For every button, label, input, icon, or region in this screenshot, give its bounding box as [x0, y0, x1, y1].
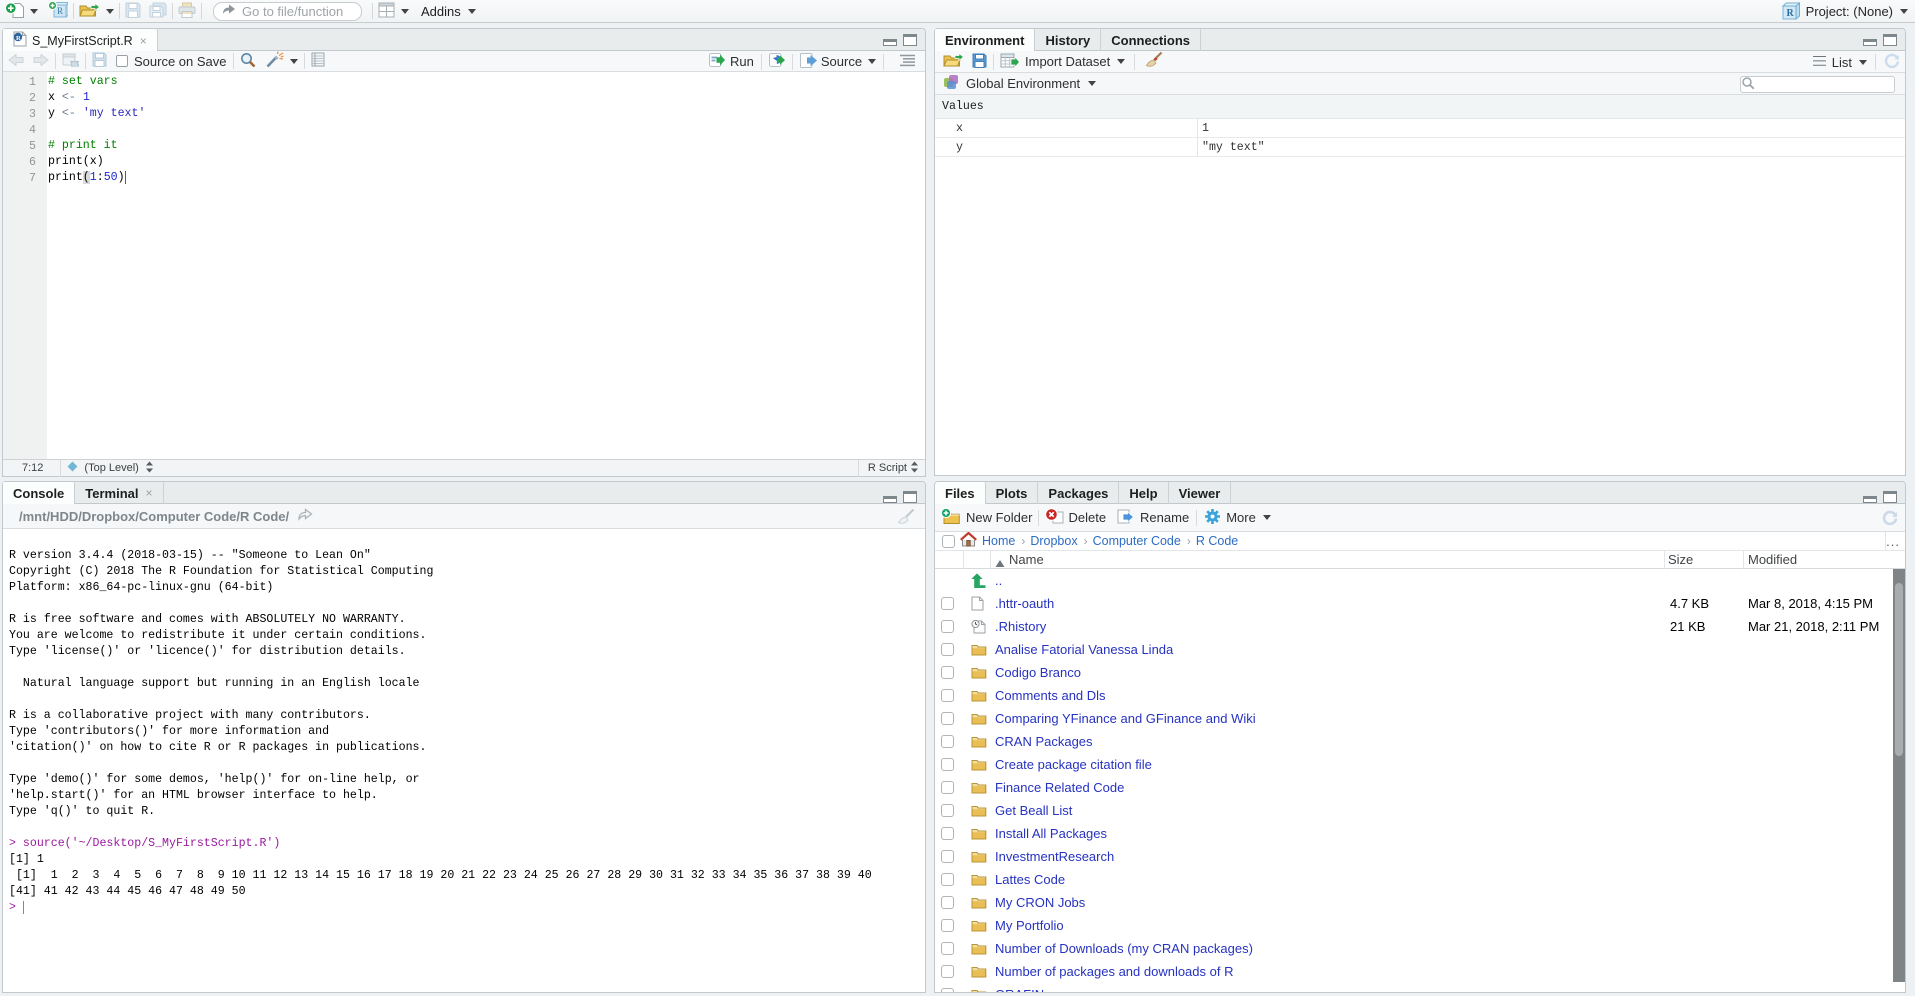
svg-text:R: R — [16, 35, 21, 42]
svg-text:R: R — [1786, 8, 1794, 19]
svg-text:R: R — [57, 6, 63, 16]
